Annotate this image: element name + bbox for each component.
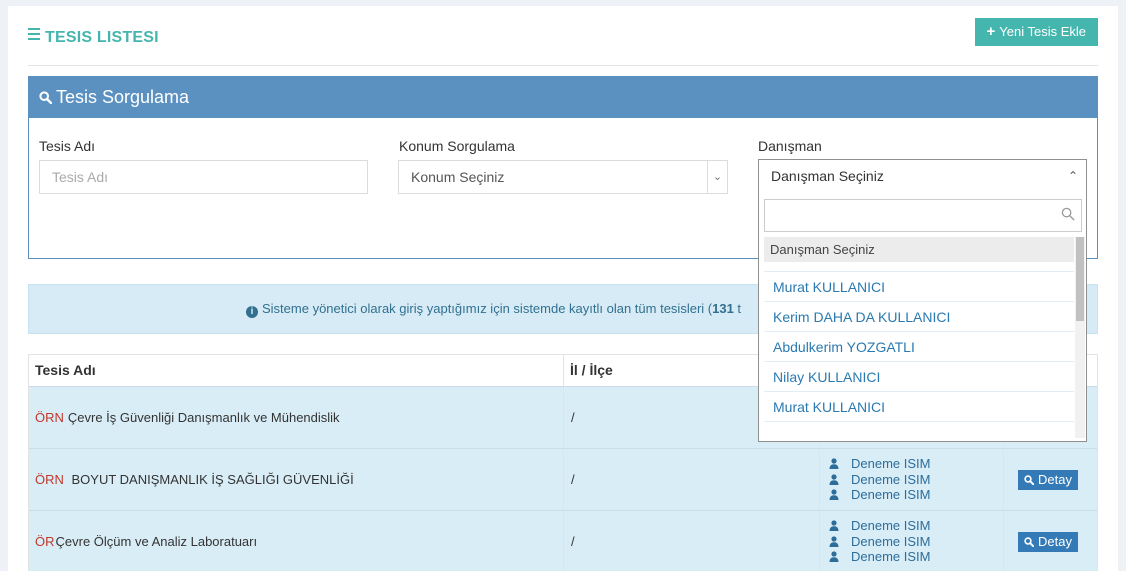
dropdown-option[interactable]: Kerim DAHA DA KULLANICI bbox=[764, 302, 1074, 332]
search-icon bbox=[1024, 537, 1035, 548]
dropdown-option-selected[interactable]: Danışman Seçiniz bbox=[764, 237, 1074, 262]
search-icon bbox=[1024, 475, 1035, 486]
page-title: TESIS LISTESI bbox=[28, 28, 159, 47]
consultant-select[interactable]: Danışman Seçiniz ⌃ bbox=[758, 159, 1087, 194]
info-circle-icon: i bbox=[246, 306, 258, 318]
consultant-search-field[interactable] bbox=[764, 199, 1082, 232]
dropdown-option[interactable]: Abdulkerim YOZGATLI bbox=[764, 332, 1074, 362]
actions-cell: Detay bbox=[1004, 449, 1097, 510]
user-icon bbox=[829, 520, 839, 531]
consultant-entry: Deneme ISIM bbox=[829, 472, 1003, 488]
user-icon bbox=[829, 489, 839, 500]
dropdown-option[interactable]: Nilay KULLANICI bbox=[764, 362, 1074, 392]
facility-name: Çevre Ölçüm ve Analiz Laboratuarı bbox=[55, 534, 258, 549]
bars-icon bbox=[28, 28, 40, 43]
consultant-entry: Deneme ISIM bbox=[829, 549, 1003, 565]
location-select[interactable]: Konum Seçiniz ⌄ bbox=[398, 160, 728, 194]
page-header: TESIS LISTESI + Yeni Tesis Ekle bbox=[28, 18, 1098, 66]
detail-button[interactable]: Detay bbox=[1018, 470, 1078, 490]
dropdown-option[interactable]: Murat KULLANICI bbox=[764, 272, 1074, 302]
facility-name: Çevre İş Güvenliği Danışmanlık ve Mühend… bbox=[67, 410, 340, 425]
user-icon bbox=[829, 551, 839, 562]
consultant-entry: Deneme ISIM bbox=[829, 456, 1003, 472]
column-header-facility-name: Tesis Adı bbox=[29, 355, 564, 386]
facility-name-label: Tesis Adı bbox=[39, 138, 96, 154]
facility-code: ÖR bbox=[35, 534, 55, 549]
page: TESIS LISTESI + Yeni Tesis Ekle Tesis Sor… bbox=[8, 6, 1118, 571]
consultant-options: Danışman Seçiniz Murat KULLANICI Kerim D… bbox=[764, 237, 1074, 422]
consultant-label: Danışman bbox=[758, 138, 822, 154]
dropdown-scrollbar[interactable] bbox=[1075, 237, 1085, 438]
scrollbar-thumb[interactable] bbox=[1076, 237, 1084, 321]
add-facility-button[interactable]: + Yeni Tesis Ekle bbox=[974, 18, 1098, 46]
user-icon bbox=[829, 535, 839, 547]
location-cell: / bbox=[564, 449, 820, 510]
consultant-entry: Deneme ISIM bbox=[829, 518, 1003, 534]
facility-code: ÖRN bbox=[35, 410, 64, 425]
facility-name-cell: ÖRN BOYUT DANIŞMANLIK İŞ SAĞLIĞI GÜVENLİ… bbox=[29, 449, 564, 510]
table-row: ÖRÇevre Ölçüm ve Analiz Laboratuarı / De… bbox=[29, 510, 1097, 571]
consultants-cell: Deneme ISIM Deneme ISIM Deneme ISIM bbox=[820, 511, 1004, 571]
facility-name-cell: ÖRÇevre Ölçüm ve Analiz Laboratuarı bbox=[29, 511, 564, 571]
user-icon bbox=[829, 458, 839, 469]
consultant-entry: Deneme ISIM bbox=[829, 487, 1003, 503]
consultant-search-input[interactable] bbox=[765, 200, 1055, 231]
actions-cell: Detay bbox=[1004, 511, 1097, 571]
user-icon bbox=[829, 473, 839, 485]
facility-code: ÖRN bbox=[35, 472, 64, 487]
consultant-entry: Deneme ISIM bbox=[829, 534, 1003, 550]
facility-name: BOYUT DANIŞMANLIK İŞ SAĞLIĞI GÜVENLİĞİ bbox=[67, 472, 354, 487]
plus-icon: + bbox=[986, 23, 996, 40]
detail-button[interactable]: Detay bbox=[1018, 532, 1078, 552]
facility-name-input[interactable] bbox=[52, 162, 367, 192]
facility-name-cell: ÖRN Çevre İş Güvenliği Danışmanlık ve Müh… bbox=[29, 387, 564, 448]
chevron-up-icon: ⌃ bbox=[1067, 169, 1078, 183]
dropdown-option[interactable]: Murat KULLANICI bbox=[764, 392, 1074, 422]
location-cell: / bbox=[564, 511, 820, 571]
chevron-down-icon: ⌄ bbox=[707, 161, 727, 193]
table-row: ÖRN BOYUT DANIŞMANLIK İŞ SAĞLIĞI GÜVENLİ… bbox=[29, 448, 1097, 510]
consultants-cell: Deneme ISIM Deneme ISIM Deneme ISIM bbox=[820, 449, 1004, 510]
location-label: Konum Sorgulama bbox=[399, 138, 515, 154]
consultant-dropdown: Danışman Seçiniz Murat KULLANICI Kerim D… bbox=[758, 193, 1087, 442]
facility-name-field[interactable] bbox=[39, 160, 368, 194]
search-icon bbox=[1061, 207, 1075, 221]
search-icon bbox=[39, 91, 53, 105]
search-panel-header: Tesis Sorgulama bbox=[29, 77, 1097, 118]
dropdown-spacer bbox=[764, 262, 1074, 272]
